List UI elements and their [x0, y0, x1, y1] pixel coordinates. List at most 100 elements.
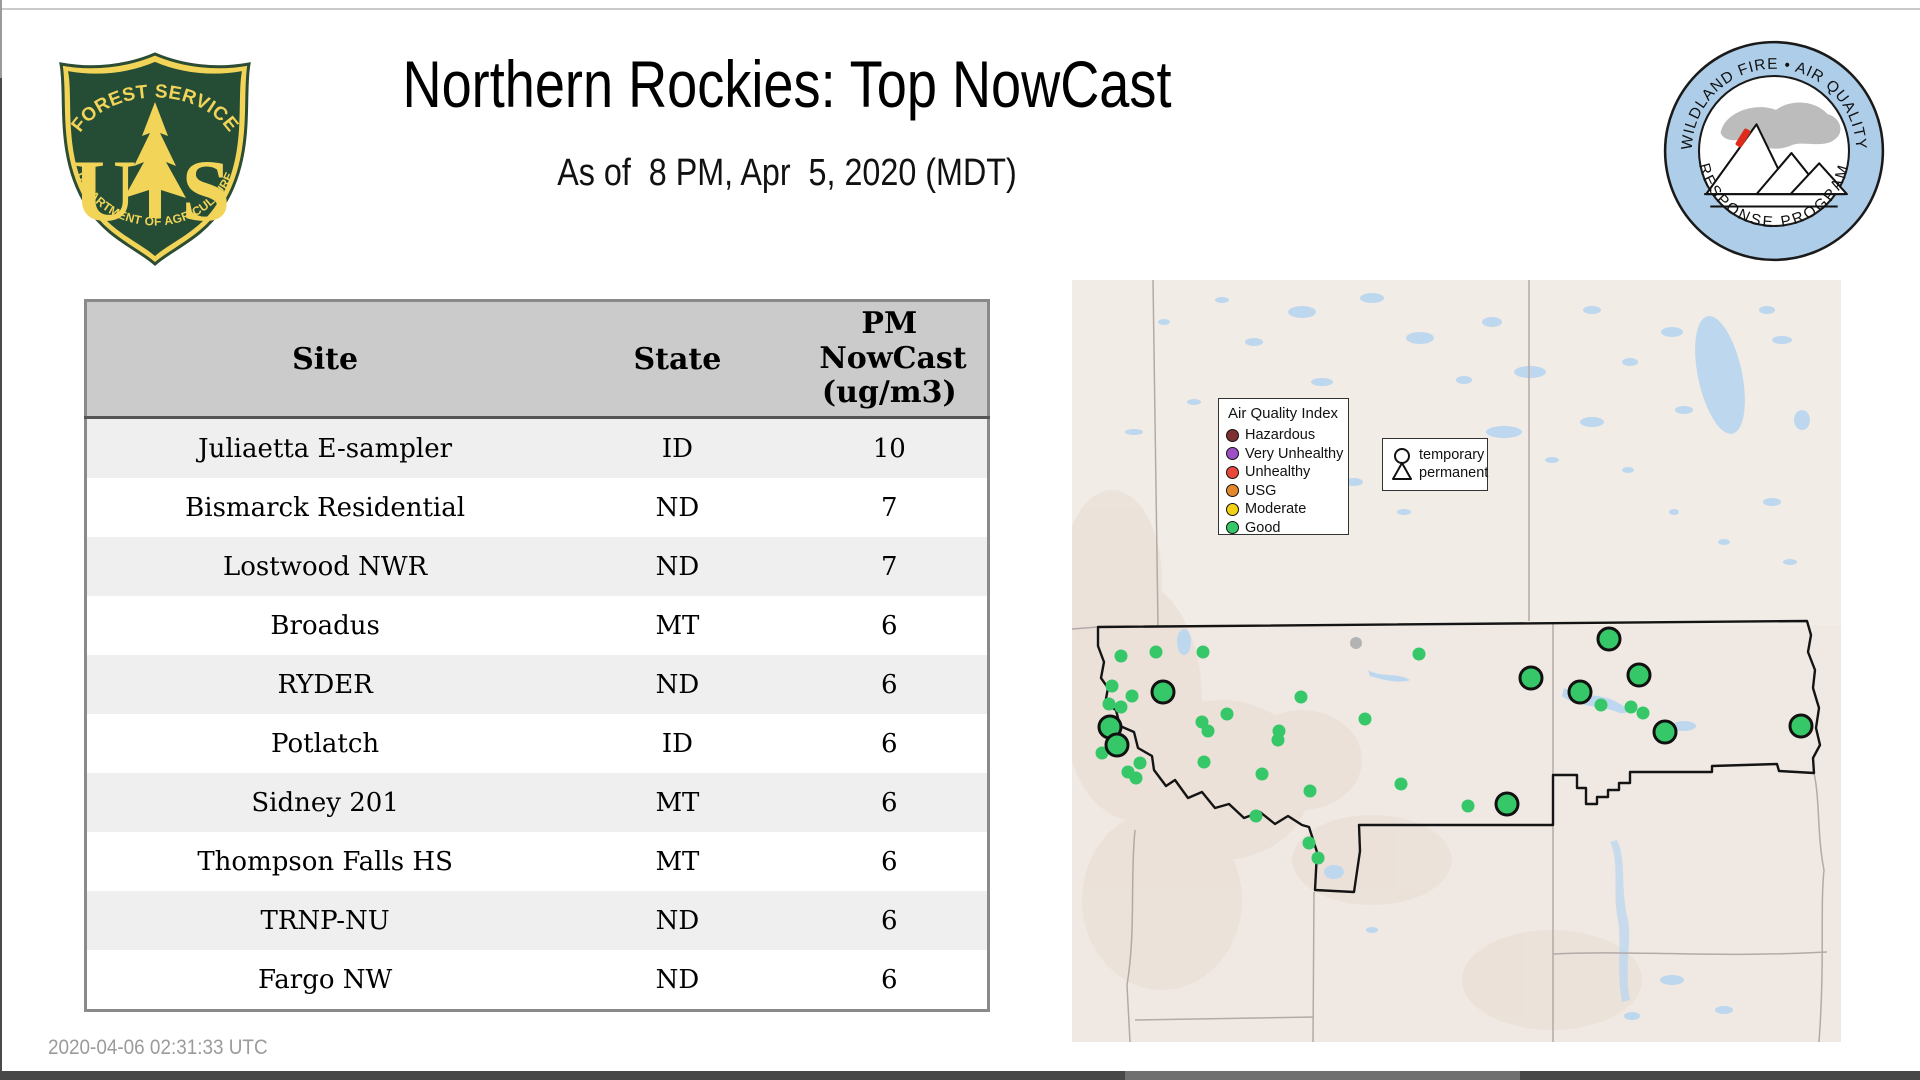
- monitor-dot-large: [1596, 626, 1622, 652]
- cell-value: 6: [791, 596, 989, 655]
- monitor-dot-small: [1412, 647, 1426, 661]
- cell-site: TRNP-NU: [85, 891, 564, 950]
- monitor-dot-small: [1271, 733, 1285, 747]
- monitor-dot-small: [1105, 679, 1119, 693]
- cell-site: Thompson Falls HS: [85, 832, 564, 891]
- aqi-color-dot: [1226, 447, 1239, 461]
- aqi-label: Very Unhealthy: [1245, 445, 1344, 462]
- monitor-dot-small: [1624, 700, 1638, 714]
- aqi-legend-item: Good: [1226, 519, 1348, 538]
- marker-type-legend: temporary permanent: [1382, 438, 1488, 491]
- cell-site: Potlatch: [85, 714, 564, 773]
- monitor-dot-small: [1196, 645, 1210, 659]
- monitor-dot-small: [1255, 767, 1269, 781]
- monitor-dot-small: [1129, 771, 1143, 785]
- cell-site: Fargo NW: [85, 950, 564, 1011]
- monitor-dot-large: [1788, 713, 1814, 739]
- aqi-color-dot: [1226, 521, 1239, 535]
- cell-state: ID: [563, 714, 792, 773]
- cell-state: ND: [563, 537, 792, 596]
- cell-state: MT: [563, 596, 792, 655]
- table-row: Bismarck Residential ND 7: [85, 478, 989, 537]
- aqi-color-dot: [1226, 428, 1239, 442]
- aqi-legend-item: Unhealthy: [1226, 463, 1348, 482]
- cell-value: 6: [791, 832, 989, 891]
- monitor-dot-nodata: [1350, 637, 1362, 649]
- page-title: Northern Rockies: Top NowCast: [402, 47, 1172, 121]
- monitor-dot-large: [1652, 719, 1678, 745]
- nowcast-table-body: Juliaetta E-sampler ID 10 Bismarck Resident…: [85, 417, 989, 1011]
- permanent-label: permanent: [1419, 464, 1489, 481]
- monitor-dot-small: [1197, 755, 1211, 769]
- cell-value: 10: [791, 417, 989, 478]
- table-row: Lostwood NWR ND 7: [85, 537, 989, 596]
- table-row: TRNP-NU ND 6: [85, 891, 989, 950]
- cell-site: Juliaetta E-sampler: [85, 417, 564, 478]
- table-row: Fargo NW ND 6: [85, 950, 989, 1011]
- cell-state: ND: [563, 655, 792, 714]
- table-row: Sidney 201 MT 6: [85, 773, 989, 832]
- cell-state: MT: [563, 832, 792, 891]
- aqi-color-dot: [1226, 502, 1239, 516]
- monitor-dot-small: [1461, 799, 1475, 813]
- table-row: RYDER ND 6: [85, 655, 989, 714]
- aqi-legend-item: Hazardous: [1226, 426, 1348, 445]
- generated-timestamp: 2020-04-06 02:31:33 UTC: [48, 1036, 268, 1059]
- cell-value: 7: [791, 478, 989, 537]
- header-site: Site: [85, 300, 564, 419]
- monitor-dot-large: [1626, 662, 1652, 688]
- page-left-border: [0, 0, 2, 1071]
- monitor-dot-small: [1220, 707, 1234, 721]
- monitor-dot-large: [1567, 679, 1593, 705]
- monitor-dot-small: [1201, 724, 1215, 738]
- monitor-dot-small: [1125, 689, 1139, 703]
- cell-site: RYDER: [85, 655, 564, 714]
- aqi-color-dot: [1226, 465, 1239, 479]
- cell-state: ND: [563, 891, 792, 950]
- monitor-dot-small: [1358, 712, 1372, 726]
- aqi-legend: Air Quality Index Hazardous Very Unhealth…: [1218, 398, 1349, 538]
- cell-state: ND: [563, 478, 792, 537]
- monitor-dot-large: [1494, 791, 1520, 817]
- monitor-dot-small: [1311, 851, 1325, 865]
- table-header: Site State PM NowCast (ug/m3): [85, 300, 989, 419]
- monitor-dot-small: [1294, 690, 1308, 704]
- temporary-label: temporary: [1419, 447, 1485, 464]
- header-state: State: [563, 300, 792, 419]
- monitor-dot-small: [1594, 698, 1608, 712]
- monitor-dot-small: [1394, 777, 1408, 791]
- aqi-label: Moderate: [1245, 501, 1307, 518]
- table-row: Potlatch ID 6: [85, 714, 989, 773]
- page-subtitle: As of 8 PM, Apr 5, 2020 (MDT): [557, 152, 1017, 194]
- cell-state: MT: [563, 773, 792, 832]
- usfs-logo: FOREST SERVICE U S DEPARTMENT OF AGRICUL…: [59, 52, 251, 267]
- cell-site: Lostwood NWR: [85, 537, 564, 596]
- table-row: Broadus MT 6: [85, 596, 989, 655]
- cell-site: Broadus: [85, 596, 564, 655]
- aqi-legend-item: Moderate: [1226, 500, 1348, 519]
- monitor-dot-large: [1104, 732, 1130, 758]
- cell-value: 6: [791, 950, 989, 1011]
- aqi-legend-title: Air Quality Index: [1228, 405, 1339, 422]
- report-page: FOREST SERVICE U S DEPARTMENT OF AGRICUL…: [0, 0, 1920, 1080]
- wfaqrp-logo: WILDLAND FIRE • AIR QUALITY RESPONSE PRO…: [1663, 40, 1885, 262]
- monitor-dot-small: [1636, 706, 1650, 720]
- page-bottom-bar: [0, 1071, 1920, 1080]
- cell-value: 6: [791, 714, 989, 773]
- aqi-label: USG: [1245, 482, 1277, 499]
- scrollbar-thumb[interactable]: [1125, 1071, 1520, 1080]
- monitor-dot-small: [1302, 836, 1316, 850]
- cell-value: 6: [791, 891, 989, 950]
- monitor-dot-large: [1150, 679, 1176, 705]
- monitor-dot-small: [1303, 784, 1317, 798]
- cell-state: ID: [563, 417, 792, 478]
- aqi-label: Hazardous: [1245, 427, 1316, 444]
- aqi-legend-item: Very Unhealthy: [1226, 445, 1348, 464]
- monitor-type-icon: [1392, 447, 1412, 480]
- cell-value: 6: [791, 655, 989, 714]
- monitor-dot-small: [1249, 809, 1263, 823]
- cell-value: 7: [791, 537, 989, 596]
- monitor-dot-small: [1149, 645, 1163, 659]
- aqi-legend-item: USG: [1226, 482, 1348, 501]
- aqi-color-dot: [1226, 484, 1239, 498]
